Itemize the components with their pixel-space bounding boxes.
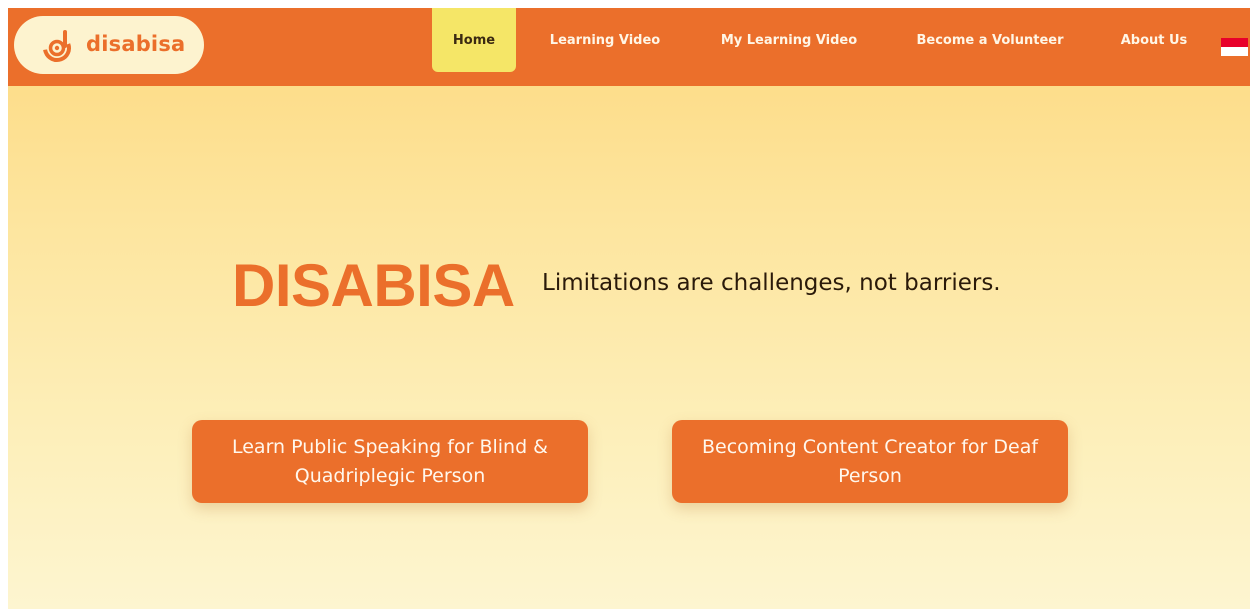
- nav-become-volunteer[interactable]: Become a Volunteer: [906, 8, 1074, 72]
- content-creator-button[interactable]: Becoming Content Creator for Deaf Person: [672, 420, 1068, 503]
- hero-title: DISABISA: [232, 252, 515, 319]
- top-navbar: disabisa Home Learning Video My Learning…: [8, 8, 1250, 86]
- nav-home[interactable]: Home: [432, 8, 516, 72]
- indonesia-flag-icon[interactable]: [1221, 38, 1248, 56]
- brand-logo-link[interactable]: disabisa: [14, 16, 204, 74]
- nav-about-us[interactable]: About Us: [1110, 8, 1198, 72]
- brand-name: disabisa: [86, 32, 186, 56]
- nav-my-learning-video[interactable]: My Learning Video: [708, 8, 870, 72]
- disabisa-logo-icon: [43, 30, 71, 62]
- learn-public-speaking-button[interactable]: Learn Public Speaking for Blind & Quadri…: [192, 420, 588, 503]
- page-frame: disabisa Home Learning Video My Learning…: [8, 8, 1250, 609]
- hero-tagline: Limitations are challenges, not barriers…: [542, 270, 1001, 296]
- nav-learning-video[interactable]: Learning Video: [540, 8, 670, 72]
